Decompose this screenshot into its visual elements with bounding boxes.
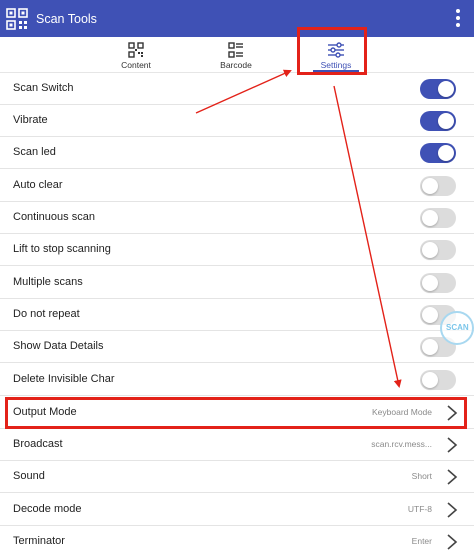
continuous-scan-toggle[interactable] — [420, 208, 456, 228]
chevron-right-icon — [447, 502, 458, 518]
auto-clear-toggle[interactable] — [420, 176, 456, 196]
setting-row-sound[interactable]: Sound Short — [0, 461, 474, 493]
scan-led-toggle[interactable] — [420, 143, 456, 163]
tab-content[interactable]: Content — [96, 37, 176, 72]
setting-row-lift-to-stop: Lift to stop scanning — [0, 234, 474, 266]
toggle-knob — [422, 275, 438, 291]
setting-label: Continuous scan — [13, 211, 95, 223]
scan-switch-toggle[interactable] — [420, 79, 456, 99]
setting-label: Vibrate — [13, 114, 48, 126]
setting-row-broadcast[interactable]: Broadcast scan.rcv.mess... — [0, 429, 474, 461]
output-mode-highlight-box — [5, 397, 467, 429]
settings-tab-highlight-box — [297, 27, 367, 75]
qr-scan-app-icon — [6, 7, 28, 30]
toggle-knob — [438, 113, 454, 129]
chevron-right-icon — [447, 534, 458, 550]
setting-label: Scan led — [13, 146, 56, 158]
toggle-knob — [438, 81, 454, 97]
setting-label: Decode mode — [13, 503, 82, 515]
tab-label: Content — [121, 60, 151, 70]
setting-value: Enter — [411, 536, 432, 546]
setting-row-auto-clear: Auto clear — [0, 170, 474, 202]
multiple-scans-toggle[interactable] — [420, 273, 456, 293]
setting-value: scan.rcv.mess... — [371, 439, 432, 449]
setting-row-scan-led: Scan led — [0, 137, 474, 169]
setting-label: Lift to stop scanning — [13, 243, 111, 255]
toggle-knob — [422, 307, 438, 323]
setting-label: Terminator — [13, 535, 65, 547]
setting-row-multiple-scans: Multiple scans — [0, 267, 474, 299]
setting-label: Delete Invisible Char — [13, 373, 115, 385]
setting-row-decode-mode[interactable]: Decode mode UTF-8 — [0, 494, 474, 526]
setting-row-continuous-scan: Continuous scan — [0, 202, 474, 234]
setting-row-scan-switch: Scan Switch — [0, 73, 474, 105]
setting-row-terminator[interactable]: Terminator Enter — [0, 526, 474, 558]
toggle-knob — [422, 242, 438, 258]
title-bar: Scan Tools — [0, 0, 474, 37]
app-title: Scan Tools — [36, 11, 97, 26]
more-options-icon[interactable] — [450, 6, 466, 30]
setting-value: Short — [411, 471, 432, 481]
toggle-knob — [422, 372, 438, 388]
setting-label: Scan Switch — [13, 82, 74, 94]
toggle-knob — [422, 339, 438, 355]
setting-label: Show Data Details — [13, 340, 104, 352]
setting-label: Broadcast — [13, 438, 63, 450]
toggle-knob — [422, 210, 438, 226]
setting-row-vibrate: Vibrate — [0, 105, 474, 137]
setting-label: Sound — [13, 470, 45, 482]
tab-barcode[interactable]: Barcode — [196, 37, 276, 72]
delete-invisible-char-toggle[interactable] — [420, 370, 456, 390]
chevron-right-icon — [447, 469, 458, 485]
setting-value: UTF-8 — [407, 504, 432, 514]
floating-scan-button[interactable]: SCAN — [440, 311, 474, 345]
lift-to-stop-toggle[interactable] — [420, 240, 456, 260]
setting-row-show-data-details: Show Data Details — [0, 331, 474, 363]
toggle-knob — [422, 178, 438, 194]
setting-label: Do not repeat — [13, 308, 80, 320]
setting-row-do-not-repeat: Do not repeat — [0, 299, 474, 331]
vibrate-toggle[interactable] — [420, 111, 456, 131]
tab-label: Barcode — [220, 60, 252, 70]
grid-list-icon — [228, 42, 243, 58]
qr-code-icon — [128, 42, 144, 58]
setting-label: Multiple scans — [13, 276, 83, 288]
scan-badge-label: SCAN — [446, 323, 469, 332]
setting-label: Auto clear — [13, 179, 63, 191]
toggle-knob — [438, 145, 454, 161]
tab-bar: Content Barcode Settings — [0, 37, 474, 73]
chevron-right-icon — [447, 437, 458, 453]
setting-row-delete-invisible-char: Delete Invisible Char — [0, 364, 474, 396]
